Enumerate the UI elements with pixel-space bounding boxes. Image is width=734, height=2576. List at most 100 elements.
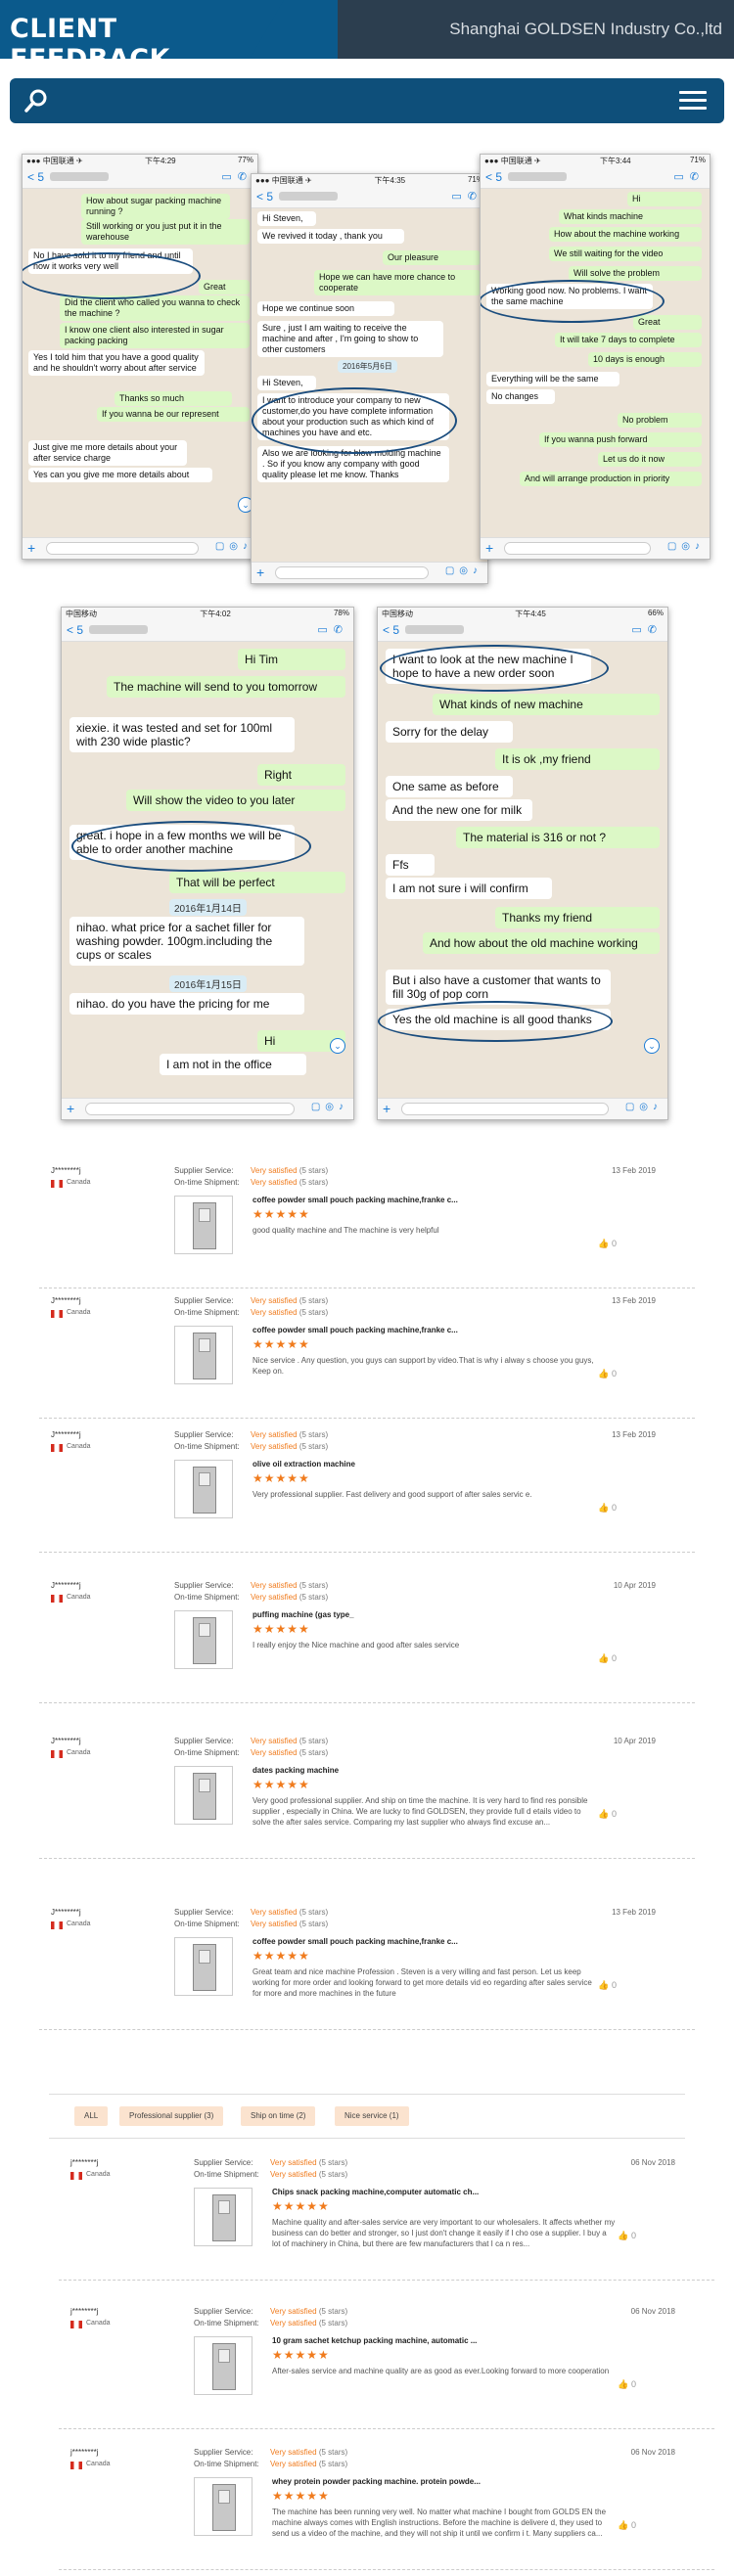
message-input[interactable] <box>85 1103 295 1115</box>
shipment-label: On-time Shipment: <box>194 2319 259 2327</box>
supplier-service-label: Supplier Service: <box>194 2307 253 2316</box>
reviewer-country: Canada <box>67 1594 91 1601</box>
product-thumbnail[interactable] <box>194 2336 252 2395</box>
like-icon[interactable]: 👍 0 <box>598 1980 617 1991</box>
product-thumbnail[interactable] <box>174 1766 233 1825</box>
message-input[interactable] <box>504 542 651 555</box>
reviewer-name: J********j <box>51 1296 81 1305</box>
chat-message: I am not in the office <box>160 1054 306 1075</box>
review-comment: After-sales service and machine quality … <box>272 2367 610 2375</box>
like-icon[interactable]: 👍 0 <box>618 2379 636 2390</box>
contact-name-blurred <box>405 625 464 634</box>
shipment-rating: Very satisfied (5 stars) <box>251 1178 329 1187</box>
chat-screenshot-5: 中国移动 下午4:45 66% < 5 ▭✆ I want to look at th… <box>377 607 668 1120</box>
plus-icon[interactable]: + <box>383 1101 390 1116</box>
supplier-service-rating: Very satisfied (5 stars) <box>251 1296 329 1305</box>
chat-message: Our pleasure <box>383 250 481 265</box>
call-icons[interactable]: ▭✆ <box>317 623 348 636</box>
review-date: 13 Feb 2019 <box>612 1430 656 1439</box>
product-name[interactable]: Chips snack packing machine,computer aut… <box>272 2188 479 2196</box>
camera-mic-icons[interactable]: ▢◎♪ <box>445 565 482 576</box>
product-name[interactable]: coffee powder small pouch packing machin… <box>252 1196 458 1204</box>
chat-message: Will solve the problem <box>569 266 702 281</box>
contact-name-blurred <box>89 625 148 634</box>
chat-input-bar: + ▢◎♪ <box>378 1098 667 1119</box>
chat-message: No changes <box>486 389 555 404</box>
filter-nice-service[interactable]: Nice service (1) <box>335 2106 409 2126</box>
camera-mic-icons[interactable]: ▢◎♪ <box>311 1102 348 1112</box>
product-name[interactable]: coffee powder small pouch packing machin… <box>252 1937 458 1946</box>
highlight-circle <box>71 821 311 872</box>
product-thumbnail[interactable] <box>174 1610 233 1669</box>
filter-ship-on-time[interactable]: Ship on time (2) <box>241 2106 316 2126</box>
chat-body: How about sugar packing machine running … <box>23 190 257 537</box>
message-input[interactable] <box>46 542 199 555</box>
scroll-down-icon[interactable]: ⌄ <box>644 1038 660 1054</box>
message-input[interactable] <box>401 1103 609 1115</box>
back-button[interactable]: < 5 <box>27 170 44 184</box>
product-name[interactable]: whey protein powder packing machine. pro… <box>272 2477 481 2486</box>
chat-message: No problem <box>618 413 702 428</box>
status-time: 下午3:44 <box>600 157 631 165</box>
shipment-label: On-time Shipment: <box>194 2170 259 2179</box>
reviewer-country: Canada <box>67 1921 91 1927</box>
product-thumbnail[interactable] <box>194 2188 252 2246</box>
call-icons[interactable]: ▭✆ <box>673 170 705 183</box>
product-name[interactable]: coffee powder small pouch packing machin… <box>252 1326 458 1334</box>
divider <box>39 1418 695 1419</box>
shipment-rating: Very satisfied (5 stars) <box>251 1920 329 1928</box>
like-icon[interactable]: 👍 0 <box>598 1369 617 1379</box>
like-icon[interactable]: 👍 0 <box>618 2520 636 2531</box>
chat-message: But i also have a customer that wants to… <box>386 970 611 1005</box>
back-button[interactable]: < 5 <box>67 623 83 637</box>
like-icon[interactable]: 👍 0 <box>598 1239 617 1249</box>
back-button[interactable]: < 5 <box>256 190 273 203</box>
chat-header: < 5 ▭✆ <box>23 167 257 189</box>
camera-mic-icons[interactable]: ▢◎♪ <box>667 541 705 552</box>
chat-message: 10 days is enough <box>588 352 702 367</box>
back-button[interactable]: < 5 <box>485 170 502 184</box>
back-button[interactable]: < 5 <box>383 623 399 637</box>
like-icon[interactable]: 👍 0 <box>598 1653 617 1664</box>
like-icon[interactable]: 👍 0 <box>598 1503 617 1514</box>
plus-icon[interactable]: + <box>256 565 264 580</box>
call-icons[interactable]: ▭✆ <box>451 190 482 203</box>
message-input[interactable] <box>275 566 429 579</box>
call-icons[interactable]: ▭✆ <box>631 623 663 636</box>
product-thumbnail[interactable] <box>174 1460 233 1518</box>
product-thumbnail[interactable] <box>194 2477 252 2536</box>
filter-professional[interactable]: Professional supplier (3) <box>119 2106 224 2126</box>
chat-message: Sorry for the delay <box>386 721 513 743</box>
product-thumbnail[interactable] <box>174 1937 233 1996</box>
menu-icon[interactable] <box>679 91 707 111</box>
camera-mic-icons[interactable]: ▢◎♪ <box>625 1102 663 1112</box>
plus-icon[interactable]: + <box>27 540 35 556</box>
chat-header: < 5 ▭✆ <box>378 620 667 642</box>
filter-all[interactable]: ALL <box>74 2106 109 2126</box>
plus-icon[interactable]: + <box>485 540 493 556</box>
canada-flag-icon <box>51 1921 63 1929</box>
status-time: 下午4:35 <box>374 176 406 185</box>
like-icon[interactable]: 👍 0 <box>598 1809 617 1820</box>
like-icon[interactable]: 👍 0 <box>618 2231 636 2241</box>
status-bar: 中国移动 下午4:45 66% <box>378 608 667 620</box>
scroll-down-icon[interactable]: ⌄ <box>330 1038 345 1054</box>
review-date: 10 Apr 2019 <box>613 1581 656 1590</box>
call-icons[interactable]: ▭✆ <box>221 170 252 183</box>
chat-message: We revived it today , thank you <box>257 229 404 244</box>
product-thumbnail[interactable] <box>174 1326 233 1384</box>
product-thumbnail[interactable] <box>174 1196 233 1254</box>
product-name[interactable]: 10 gram sachet ketchup packing machine, … <box>272 2336 477 2345</box>
reviewer-country: Canada <box>67 1749 91 1756</box>
canada-flag-icon <box>70 2462 82 2469</box>
product-name[interactable]: puffing machine (gas type_ <box>252 1610 354 1619</box>
supplier-service-label: Supplier Service: <box>174 1430 234 1439</box>
plus-icon[interactable]: + <box>67 1101 74 1116</box>
review-comment: Nice service . Any question, you guys ca… <box>252 1356 594 1376</box>
chat-message: I know one client also interested in sug… <box>60 323 250 348</box>
product-name[interactable]: dates packing machine <box>252 1766 339 1775</box>
camera-mic-icons[interactable]: ▢◎♪ <box>215 541 252 552</box>
search-icon[interactable] <box>23 88 49 113</box>
chat-message: Hi Tim <box>238 649 345 670</box>
product-name[interactable]: olive oil extraction machine <box>252 1460 355 1469</box>
